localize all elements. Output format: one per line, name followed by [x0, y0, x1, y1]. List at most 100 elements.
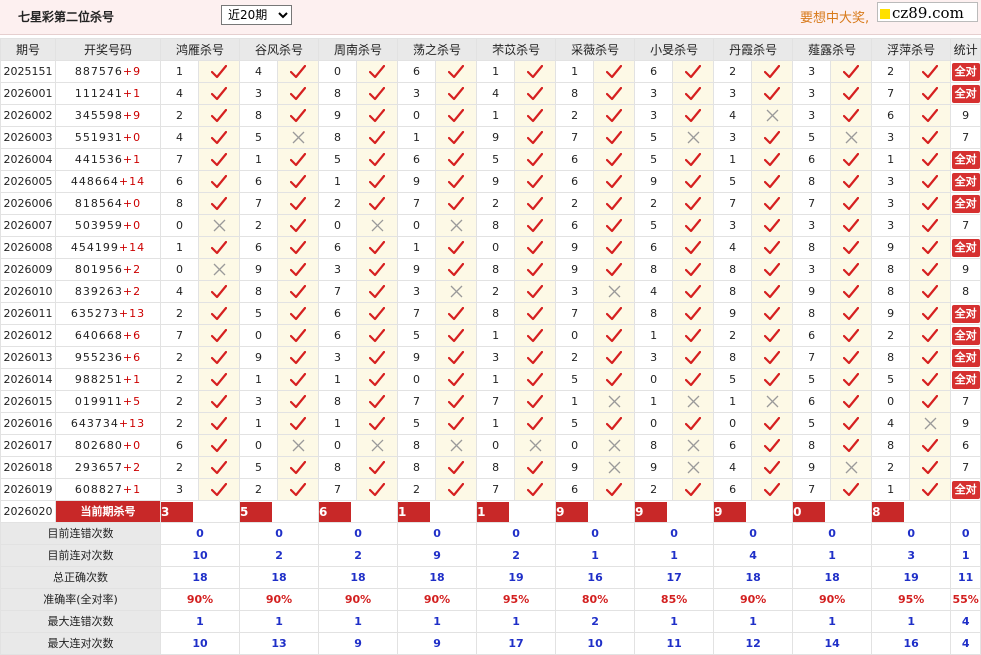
draw-key: +5 — [122, 394, 142, 408]
issue-cell: 2026015 — [0, 390, 56, 413]
kill-number-cell: 5 — [239, 456, 279, 479]
issue-cell: 2026002 — [0, 104, 56, 127]
check-icon — [356, 258, 399, 281]
check-icon — [514, 456, 557, 479]
current-kill-number: 0 — [793, 501, 826, 522]
draw-key: +2 — [122, 460, 142, 474]
kill-number-cell: 7 — [871, 82, 911, 105]
summary-stat: 1 — [950, 544, 981, 567]
summary-value: 90% — [792, 588, 873, 611]
summary-stat: 4 — [950, 610, 981, 633]
check-icon — [593, 82, 636, 105]
stat-cell: 7 — [950, 214, 981, 237]
check-icon — [672, 324, 715, 347]
check-icon — [830, 258, 873, 281]
draw-digits: 345598 — [74, 108, 123, 122]
draw-digits: 019911 — [74, 394, 123, 408]
check-icon — [593, 368, 636, 391]
draw-key: +6 — [122, 350, 142, 364]
draw-number-cell: 454199+14 — [55, 236, 161, 259]
draw-digits: 635273 — [70, 306, 119, 320]
check-icon — [277, 302, 320, 325]
check-icon — [751, 280, 794, 303]
kill-number-cell: 8 — [634, 258, 674, 281]
cross-icon — [672, 434, 715, 457]
cross-icon — [593, 280, 636, 303]
table-row: 2026004 441536+1 7 1 5 6 5 6 5 1 6 1 全对 — [0, 148, 981, 171]
stat-cell: 9 — [950, 412, 981, 435]
kill-number-cell: 2 — [713, 324, 753, 347]
check-icon — [593, 170, 636, 193]
kill-number-cell: 8 — [713, 280, 753, 303]
summary-value: 0 — [159, 522, 241, 545]
col-header-expert: 谷风杀号 — [239, 38, 320, 61]
check-icon — [356, 302, 399, 325]
check-icon — [751, 324, 794, 347]
issue-cell: 2026004 — [0, 148, 56, 171]
current-kill-label: 当前期杀号 — [55, 500, 161, 523]
check-icon — [909, 390, 952, 413]
table-row: 2026011 635273+13 2 5 6 7 8 7 8 9 8 9 全对 — [0, 302, 981, 325]
check-icon — [197, 192, 241, 215]
summary-value: 19 — [476, 566, 557, 589]
kill-number-cell: 2 — [160, 346, 199, 369]
current-kill-cell: 0 — [792, 500, 873, 523]
summary-label: 目前连错次数 — [0, 522, 161, 545]
kill-number-cell: 8 — [713, 346, 753, 369]
draw-digits: 503959 — [74, 218, 123, 232]
kill-number-cell: 1 — [871, 478, 911, 501]
summary-value: 17 — [634, 566, 715, 589]
check-icon — [435, 412, 478, 435]
cross-icon — [356, 434, 399, 457]
cross-icon — [593, 456, 636, 479]
current-kill-cell: 1 — [397, 500, 478, 523]
kill-number-cell: 8 — [871, 280, 911, 303]
kill-number-cell: 6 — [555, 214, 595, 237]
kill-number-cell: 3 — [713, 214, 753, 237]
check-icon — [672, 236, 715, 259]
summary-value: 12 — [713, 632, 794, 655]
check-icon — [435, 324, 478, 347]
stat-cell: 7 — [950, 390, 981, 413]
site-logo[interactable]: cz89.com — [877, 2, 978, 22]
check-icon — [830, 148, 873, 171]
kill-number-cell: 9 — [871, 236, 911, 259]
period-select[interactable]: 近20期 — [221, 5, 292, 25]
kill-number-cell: 3 — [792, 104, 832, 127]
summary-value: 1 — [318, 610, 399, 633]
col-header-expert: 鸿雁杀号 — [159, 38, 241, 61]
kill-number-cell: 4 — [476, 82, 516, 105]
kill-number-cell: 4 — [160, 126, 199, 149]
check-icon — [197, 60, 241, 83]
check-icon — [197, 170, 241, 193]
kill-number-cell: 0 — [239, 434, 279, 457]
all-correct-badge: 全对 — [951, 326, 980, 345]
kill-number-cell: 5 — [634, 214, 674, 237]
check-icon — [593, 148, 636, 171]
check-icon — [356, 236, 399, 259]
check-icon — [356, 412, 399, 435]
issue-cell: 2025151 — [0, 60, 56, 83]
stat-cell: 全对 — [950, 82, 981, 105]
table-row: 2026002 345598+9 2 8 9 0 1 2 3 4 3 6 9 — [0, 104, 981, 127]
kill-number-cell: 3 — [792, 214, 832, 237]
kill-number-cell: 7 — [792, 192, 832, 215]
kill-number-cell: 9 — [555, 258, 595, 281]
check-icon — [356, 126, 399, 149]
check-icon — [514, 478, 557, 501]
check-icon — [514, 390, 557, 413]
kill-number-cell: 0 — [634, 368, 674, 391]
check-icon — [197, 412, 241, 435]
summary-value: 2 — [555, 610, 636, 633]
check-icon — [830, 280, 873, 303]
draw-number-cell: 887576+9 — [55, 60, 161, 83]
current-kill-number: 5 — [240, 501, 273, 522]
kill-number-cell: 2 — [160, 390, 199, 413]
kill-number-cell: 0 — [476, 434, 516, 457]
draw-key: +13 — [118, 306, 146, 320]
summary-value: 16 — [555, 566, 636, 589]
check-icon — [197, 456, 241, 479]
draw-number-cell: 551931+0 — [55, 126, 161, 149]
kill-number-cell: 6 — [397, 148, 437, 171]
kill-number-cell: 2 — [713, 60, 753, 83]
